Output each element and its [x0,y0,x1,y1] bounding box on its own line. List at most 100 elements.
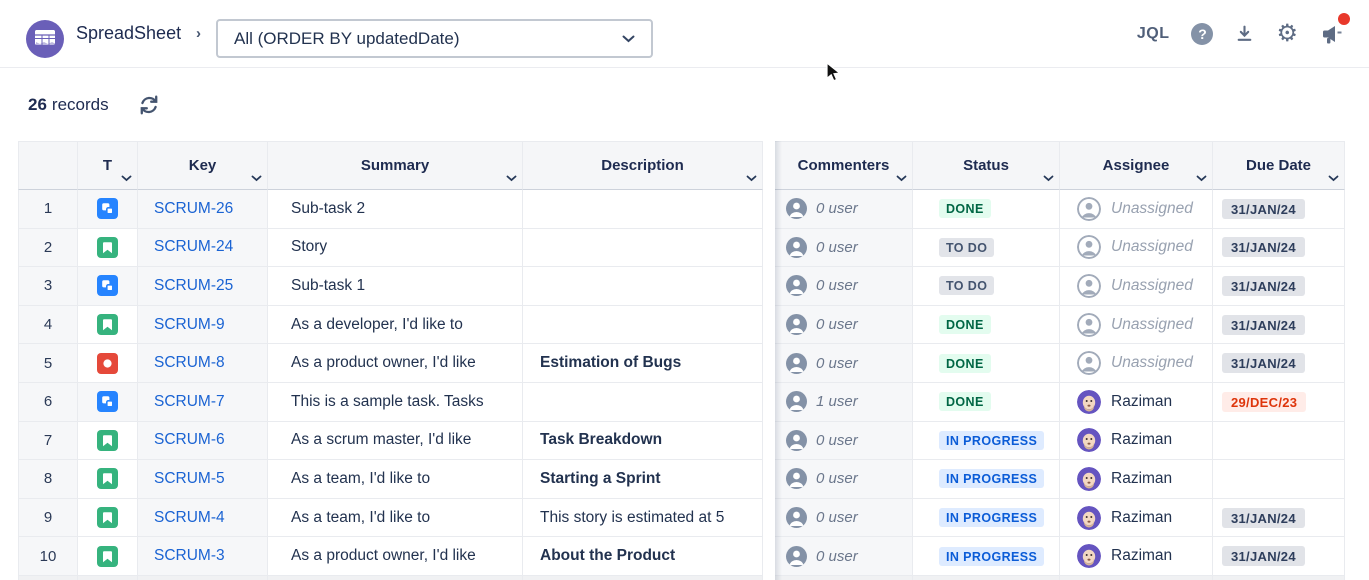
issue-key-cell[interactable]: SCRUM-8 [138,344,268,383]
row-number-cell[interactable]: 5 [18,344,78,383]
commenters-cell[interactable]: 0 user [775,306,913,345]
status-cell[interactable]: DONE [913,190,1060,229]
status-cell[interactable] [913,576,1060,580]
assignee-cell[interactable]: Raziman [1060,499,1213,538]
status-cell[interactable]: IN PROGRESS [913,422,1060,461]
issue-key-link[interactable]: SCRUM-7 [154,393,225,411]
issue-key-link[interactable]: SCRUM-5 [154,470,225,488]
summary-cell[interactable]: As a team, I'd like to [268,499,523,538]
description-cell[interactable]: This story is estimated at 5 [523,499,763,538]
row-number-cell[interactable]: 9 [18,499,78,538]
settings-gear-icon[interactable]: ⚙ [1276,22,1298,46]
issue-key-cell[interactable]: SCRUM-25 [138,267,268,306]
commenters-cell[interactable]: 0 user [775,229,913,268]
row-number-cell[interactable]: 2 [18,229,78,268]
column-menu-chevron-icon[interactable] [506,175,517,182]
assignee-cell[interactable]: Raziman [1060,460,1213,499]
assignee-cell[interactable]: Raziman [1060,383,1213,422]
download-icon[interactable] [1235,24,1254,43]
status-cell[interactable]: DONE [913,344,1060,383]
assignee-cell[interactable]: Unassigned [1060,229,1213,268]
summary-cell[interactable]: As a team, I'd like to [268,460,523,499]
assignee-cell[interactable] [1060,576,1213,580]
commenters-cell[interactable]: 0 user [775,422,913,461]
column-menu-chevron-icon[interactable] [896,175,907,182]
issue-key-link[interactable]: SCRUM-26 [154,200,233,218]
header-description[interactable]: Description [523,141,763,190]
issue-key-cell[interactable]: SCRUM-3 [138,537,268,576]
status-cell[interactable]: IN PROGRESS [913,460,1060,499]
summary-cell[interactable]: Story [268,229,523,268]
row-number-cell[interactable]: 3 [18,267,78,306]
description-cell[interactable] [523,576,763,580]
header-assignee[interactable]: Assignee [1060,141,1213,190]
issue-type-cell[interactable] [78,576,138,580]
issue-key-cell[interactable]: SCRUM-7 [138,383,268,422]
description-cell[interactable]: About the Product [523,537,763,576]
issue-type-cell[interactable] [78,306,138,345]
status-cell[interactable]: IN PROGRESS [913,537,1060,576]
header-due-date[interactable]: Due Date [1213,141,1345,190]
description-cell[interactable]: Task Breakdown [523,422,763,461]
assignee-cell[interactable]: Unassigned [1060,306,1213,345]
description-cell[interactable] [523,306,763,345]
status-cell[interactable]: IN PROGRESS [913,499,1060,538]
issue-type-cell[interactable] [78,229,138,268]
assignee-cell[interactable]: Raziman [1060,422,1213,461]
summary-cell[interactable]: Sub-task 2 [268,190,523,229]
due-date-cell[interactable]: 31/JAN/24 [1213,499,1345,538]
issue-key-link[interactable]: SCRUM-6 [154,431,225,449]
column-menu-chevron-icon[interactable] [1196,175,1207,182]
summary-cell[interactable]: As a developer, I'd like to [268,306,523,345]
column-menu-chevron-icon[interactable] [251,175,262,182]
issue-key-cell[interactable]: SCRUM-26 [138,190,268,229]
due-date-cell[interactable]: 31/JAN/24 [1213,344,1345,383]
description-cell[interactable]: Estimation of Bugs [523,344,763,383]
due-date-cell[interactable] [1213,460,1345,499]
refresh-icon[interactable] [138,94,160,116]
description-cell[interactable] [523,229,763,268]
app-logo-icon[interactable] [26,20,64,58]
header-commenters[interactable]: Commenters [775,141,913,190]
status-cell[interactable]: DONE [913,383,1060,422]
summary-cell[interactable]: As a scrum master, I'd like [268,422,523,461]
description-cell[interactable]: Starting a Sprint [523,460,763,499]
issue-key-link[interactable]: SCRUM-4 [154,509,225,527]
header-key[interactable]: Key [138,141,268,190]
row-number-cell[interactable]: 7 [18,422,78,461]
commenters-cell[interactable]: 0 user [775,344,913,383]
row-number-cell[interactable]: 4 [18,306,78,345]
issue-key-cell[interactable] [138,576,268,580]
column-menu-chevron-icon[interactable] [1043,175,1054,182]
help-icon[interactable]: ? [1191,23,1213,45]
row-number-cell[interactable]: 6 [18,383,78,422]
due-date-cell[interactable] [1213,576,1345,580]
due-date-cell[interactable]: 31/JAN/24 [1213,229,1345,268]
issue-key-link[interactable]: SCRUM-24 [154,238,233,256]
description-cell[interactable] [523,267,763,306]
header-type[interactable]: T [78,141,138,190]
assignee-cell[interactable]: Unassigned [1060,267,1213,306]
issue-key-cell[interactable]: SCRUM-9 [138,306,268,345]
row-number-cell[interactable]: 8 [18,460,78,499]
issue-key-link[interactable]: SCRUM-9 [154,316,225,334]
commenters-cell[interactable]: 0 user [775,190,913,229]
due-date-cell[interactable]: 31/JAN/24 [1213,306,1345,345]
summary-cell[interactable]: As a product owner, I'd like [268,537,523,576]
status-cell[interactable]: TO DO [913,267,1060,306]
filter-dropdown[interactable]: All (ORDER BY updatedDate) [216,19,653,58]
column-menu-chevron-icon[interactable] [746,175,757,182]
issue-key-link[interactable]: SCRUM-25 [154,277,233,295]
issue-type-cell[interactable] [78,422,138,461]
issue-key-cell[interactable]: SCRUM-6 [138,422,268,461]
due-date-cell[interactable]: 31/JAN/24 [1213,190,1345,229]
header-summary[interactable]: Summary [268,141,523,190]
due-date-cell[interactable]: 31/JAN/24 [1213,267,1345,306]
commenters-cell[interactable]: 0 user [775,460,913,499]
issue-type-cell[interactable] [78,460,138,499]
summary-cell[interactable]: This is a sample task. Tasks [268,383,523,422]
row-number-cell[interactable] [18,576,78,580]
header-status[interactable]: Status [913,141,1060,190]
issue-key-cell[interactable]: SCRUM-4 [138,499,268,538]
announcements-icon[interactable] [1320,23,1343,45]
